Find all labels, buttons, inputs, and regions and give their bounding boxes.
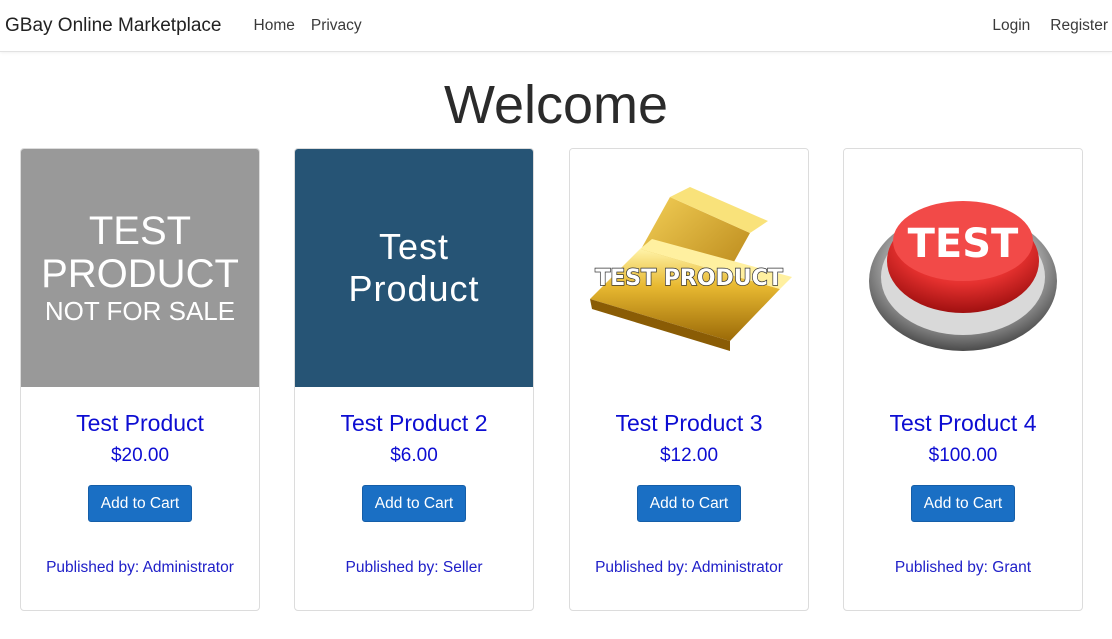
product-card: TEST PRODUCT Test Product 3 $12.00 Add t… (569, 148, 809, 611)
product-title[interactable]: Test Product 3 (570, 409, 808, 437)
product-image-text: TEST (88, 209, 192, 253)
page-title: Welcome (443, 75, 669, 135)
product-title[interactable]: Test Product 4 (844, 409, 1082, 437)
add-to-cart-button[interactable]: Add to Cart (910, 485, 1016, 522)
auth-nav: Login Register (972, 17, 1108, 35)
product-price: $20.00 (110, 445, 170, 466)
product-image-text: Test (378, 226, 450, 267)
main-nav: Home Privacy (246, 17, 370, 35)
product-publisher: Published by: Administrator (595, 559, 783, 576)
product-image-text: TEST PRODUCT (595, 266, 783, 291)
product-card: TEST PRODUCT NOT FOR SALE Test Product $… (20, 148, 260, 611)
product-image[interactable]: TEST (844, 149, 1082, 387)
product-image-text: Product (348, 268, 480, 309)
product-image[interactable]: TEST PRODUCT NOT FOR SALE (21, 149, 259, 387)
product-title[interactable]: Test Product (21, 409, 259, 437)
add-to-cart-button[interactable]: Add to Cart (361, 485, 467, 522)
product-image-text: TEST (908, 221, 1019, 267)
product-title[interactable]: Test Product 2 (295, 409, 533, 437)
add-to-cart-button[interactable]: Add to Cart (87, 485, 193, 522)
login-link[interactable]: Login (972, 17, 1030, 35)
register-link[interactable]: Register (1030, 17, 1108, 35)
red-button-illustration: TEST (869, 201, 1057, 351)
product-image-text: PRODUCT (41, 252, 239, 296)
nav-privacy-link[interactable]: Privacy (303, 17, 370, 35)
add-to-cart-button[interactable]: Add to Cart (636, 485, 742, 522)
brand-link[interactable]: GBay Online Marketplace (5, 15, 222, 37)
product-grid: TEST PRODUCT NOT FOR SALE Test Product $… (0, 140, 1112, 620)
product-image[interactable]: TEST PRODUCT (570, 149, 808, 387)
product-image[interactable]: Test Product (295, 149, 533, 387)
top-navbar: GBay Online Marketplace Home Privacy Log… (0, 0, 1112, 52)
nav-home-link[interactable]: Home (246, 17, 303, 35)
product-card: Test Product Test Product 2 $6.00 Add to… (294, 148, 534, 611)
product-price: $6.00 (390, 445, 438, 466)
product-price: $100.00 (928, 445, 998, 466)
gold-bars-illustration: TEST PRODUCT (590, 187, 792, 351)
gold-bar-front (590, 249, 780, 341)
product-publisher: Published by: Administrator (46, 559, 234, 576)
product-publisher: Published by: Grant (894, 559, 1032, 576)
product-price: $12.00 (659, 445, 719, 466)
product-publisher: Published by: Seller (345, 559, 483, 576)
product-image-text: NOT FOR SALE (44, 296, 236, 326)
product-card: TEST Test Product 4 $100.00 Add to Cart … (843, 148, 1083, 611)
